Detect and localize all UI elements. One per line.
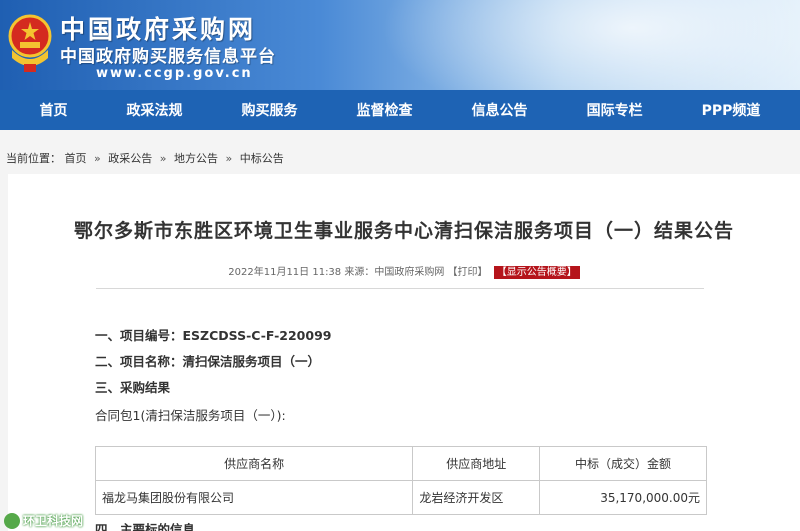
- breadcrumb-home[interactable]: 首页: [65, 152, 87, 165]
- watermark: 环卫科技网: [4, 512, 83, 529]
- nav-item-home[interactable]: 首页: [40, 100, 68, 120]
- breadcrumb-separator: »: [94, 152, 101, 165]
- breadcrumb-local-notices[interactable]: 地方公告: [174, 152, 218, 165]
- procurement-result-heading: 三、采购结果: [95, 380, 171, 395]
- nav-item-announcements[interactable]: 信息公告: [472, 100, 528, 120]
- notice-meta: 2022年11月11日 11:38 来源：中国政府采购网 【打印】 【显示公告概…: [8, 263, 800, 279]
- main-nav: 首页 政采法规 购买服务 监督检查 信息公告 国际专栏 PPP频道: [0, 90, 800, 130]
- contract-package: 合同包1(清扫保洁服务项目（一）):: [95, 408, 286, 423]
- breadcrumb: 当前位置： 首页 » 政采公告 » 地方公告 » 中标公告: [6, 150, 284, 166]
- print-link[interactable]: 【打印】: [448, 267, 488, 278]
- notice-content: 鄂尔多斯市东胜区环境卫生事业服务中心清扫保洁服务项目（一）结果公告 2022年1…: [8, 174, 800, 531]
- nav-item-international[interactable]: 国际专栏: [587, 100, 643, 120]
- breadcrumb-separator: »: [159, 152, 167, 165]
- project-number: 一、项目编号：ESZCDSS-C-F-220099: [95, 328, 332, 343]
- notice-date: 2022年11月11日 11:38: [228, 267, 342, 278]
- breadcrumb-separator: »: [225, 152, 233, 165]
- nav-item-supervision[interactable]: 监督检查: [357, 100, 413, 120]
- header-supplier-address: 供应商地址: [412, 446, 541, 481]
- main-subject-heading: 四、主要标的信息: [95, 522, 196, 531]
- breadcrumb-prefix: 当前位置：: [6, 152, 61, 165]
- show-summary-button[interactable]: 【显示公告概要】: [493, 266, 580, 279]
- supplier-name: 福龙马集团股份有限公司: [94, 480, 414, 515]
- award-amount: 35,170,000.00元: [539, 480, 707, 515]
- nav-item-ppp[interactable]: PPP频道: [702, 100, 761, 120]
- site-url: www.ccgp.gov.cn: [96, 66, 253, 81]
- nav-item-purchase-services[interactable]: 购买服务: [242, 100, 298, 120]
- watermark-text: 环卫科技网: [23, 514, 84, 528]
- site-header: 中国政府采购网 中国政府购买服务信息平台 www.ccgp.gov.cn: [0, 0, 800, 90]
- notice-title: 鄂尔多斯市东胜区环境卫生事业服务中心清扫保洁服务项目（一）结果公告: [73, 220, 734, 242]
- header-supplier-name: 供应商名称: [94, 446, 414, 481]
- result-table: 供应商名称 供应商地址 中标（成交）金额 福龙马集团股份有限公司 龙岩经济开发区…: [94, 446, 707, 515]
- table-row: 福龙马集团股份有限公司 龙岩经济开发区 35,170,000.00元: [94, 480, 707, 515]
- header-award-amount: 中标（成交）金额: [539, 446, 707, 481]
- nav-item-regulations[interactable]: 政采法规: [127, 100, 183, 120]
- national-emblem-icon: [8, 14, 52, 72]
- site-title: 中国政府采购网: [60, 15, 257, 44]
- breadcrumb-award-notices[interactable]: 中标公告: [240, 152, 284, 165]
- divider: [96, 288, 704, 289]
- header-glow: [380, 0, 800, 90]
- table-header-row: 供应商名称 供应商地址 中标（成交）金额: [94, 446, 707, 481]
- watermark-logo-icon: [4, 512, 20, 529]
- project-name: 二、项目名称：清扫保洁服务项目（一）: [95, 354, 321, 369]
- supplier-address: 龙岩经济开发区: [412, 480, 541, 515]
- notice-source: 来源：中国政府采购网: [344, 267, 445, 278]
- breadcrumb-procurement-notices[interactable]: 政采公告: [108, 152, 152, 165]
- site-subtitle: 中国政府购买服务信息平台: [60, 47, 276, 67]
